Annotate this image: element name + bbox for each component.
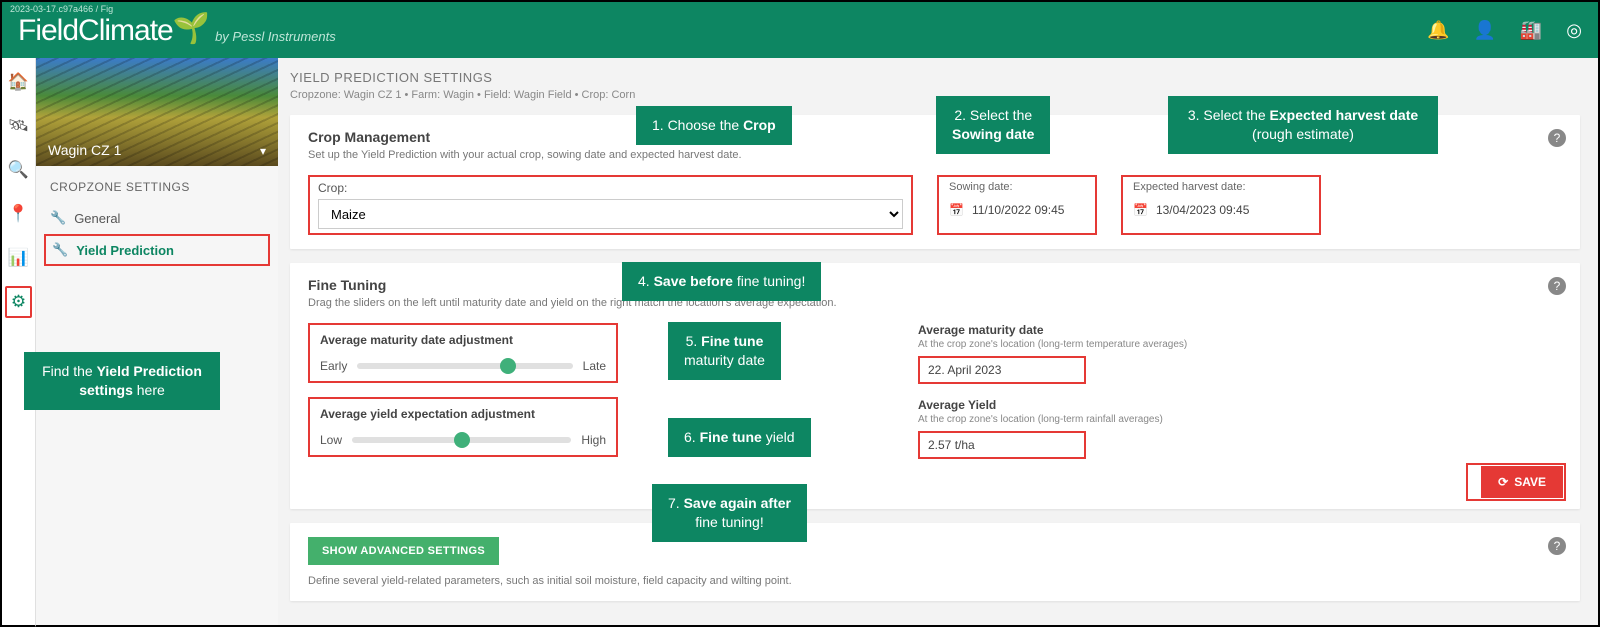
page-title: YIELD PREDICTION SETTINGS — [290, 70, 1580, 85]
cropzone-name: Wagin CZ 1 — [48, 142, 121, 158]
sidebar-item-label: General — [74, 211, 120, 226]
slider-max-label: High — [581, 433, 606, 447]
slider-min-label: Early — [320, 359, 347, 373]
sidebar-item-general[interactable]: 🔧 General — [36, 202, 278, 234]
sidebar-item-label: Yield Prediction — [76, 243, 174, 258]
callout-step-5: 5. Fine tune maturity date — [668, 322, 781, 380]
user-icon[interactable]: 👤 — [1473, 20, 1495, 41]
yield-result-group: Average Yield At the crop zone's locatio… — [918, 398, 1187, 459]
harvest-date-label: Expected harvest date: — [1133, 181, 1309, 193]
calendar-icon: 📅 — [949, 203, 964, 217]
yield-slider-group: Average yield expectation adjustment Low… — [308, 397, 618, 457]
home-icon[interactable]: 🏠 — [8, 66, 29, 98]
build-tag: 2023-03-17.c97a466 / Fig — [10, 4, 113, 14]
broadcast-icon[interactable]: ◎ — [1566, 20, 1582, 41]
advanced-subtext: Define several yield-related parameters,… — [308, 575, 1562, 587]
crop-select[interactable]: Maize — [318, 199, 903, 229]
leaf-icon: 🌱 — [173, 11, 209, 46]
chart-icon[interactable]: 📊 — [8, 242, 29, 274]
maturity-date-value: 22. April 2023 — [918, 356, 1086, 384]
crop-field-group: Crop: Maize — [308, 175, 913, 235]
logo-subtitle: by Pessl Instruments — [215, 29, 336, 44]
help-icon[interactable]: ? — [1548, 537, 1566, 555]
slider-thumb[interactable] — [500, 358, 516, 374]
sidebar: Wagin CZ 1 ▾ CROPZONE SETTINGS 🔧 General… — [36, 58, 278, 627]
sidebar-item-yield-prediction[interactable]: 🔧 Yield Prediction — [44, 234, 270, 266]
sidebar-section-title: CROPZONE SETTINGS — [36, 166, 278, 202]
help-icon[interactable]: ? — [1548, 129, 1566, 147]
refresh-icon: ⟳ — [1498, 475, 1508, 489]
result-title: Average Yield — [918, 398, 1187, 412]
gear-icon[interactable]: ⚙ — [5, 286, 32, 318]
slider-label: Average maturity date adjustment — [320, 333, 606, 347]
sowing-date-group: Sowing date: 📅 11/10/2022 09:45 — [937, 175, 1097, 235]
app-header: 2023-03-17.c97a466 / Fig FieldClimate🌱 b… — [0, 0, 1600, 58]
maturity-result-group: Average maturity date At the crop zone's… — [918, 323, 1187, 384]
sowing-date-input[interactable]: 📅 11/10/2022 09:45 — [949, 203, 1085, 217]
app-logo: FieldClimate🌱 — [18, 13, 209, 48]
help-icon[interactable]: ? — [1548, 277, 1566, 295]
chevron-down-icon[interactable]: ▾ — [260, 144, 266, 158]
zoom-icon[interactable]: 🔍 — [8, 154, 29, 186]
slider-thumb[interactable] — [454, 432, 470, 448]
section-heading: Fine Tuning — [308, 277, 1562, 293]
pin-icon[interactable]: 📍 — [8, 198, 29, 230]
callout-step-1: 1. Choose the Crop — [636, 106, 792, 145]
callout-step-3: 3. Select the Expected harvest date (rou… — [1168, 96, 1438, 154]
section-subtext: Drag the sliders on the left until matur… — [308, 297, 1562, 309]
fine-tuning-card: Fine Tuning Drag the sliders on the left… — [290, 263, 1580, 509]
result-title: Average maturity date — [918, 323, 1187, 337]
header-actions: 🔔 👤 🏭 ◎ — [1427, 20, 1582, 41]
nav-rail: 🏠 🛰 🔍 📍 📊 ⚙ — [0, 58, 36, 627]
show-advanced-button[interactable]: SHOW ADVANCED SETTINGS — [308, 537, 499, 565]
slider-label: Average yield expectation adjustment — [320, 407, 606, 421]
calendar-icon: 📅 — [1133, 203, 1148, 217]
wrench-icon: 🔧 — [50, 210, 66, 226]
maturity-slider[interactable] — [357, 363, 572, 369]
yield-slider[interactable] — [352, 437, 571, 443]
sowing-date-label: Sowing date: — [949, 181, 1085, 193]
callout-step-7: 7. Save again after fine tuning! — [652, 484, 807, 542]
callout-step-6: 6. Fine tune yield — [668, 418, 811, 457]
harvest-date-group: Expected harvest date: 📅 13/04/2023 09:4… — [1121, 175, 1321, 235]
callout-find-settings: Find the Yield Prediction settings here — [24, 352, 220, 410]
maturity-slider-group: Average maturity date adjustment Early L… — [308, 323, 618, 383]
crop-label: Crop: — [318, 181, 903, 195]
save-button[interactable]: ⟳ SAVE — [1482, 467, 1562, 497]
callout-step-4: 4. Save before fine tuning! — [622, 262, 821, 301]
bell-icon[interactable]: 🔔 — [1427, 20, 1449, 41]
slider-max-label: Late — [583, 359, 606, 373]
callout-step-2: 2. Select the Sowing date — [936, 96, 1050, 154]
result-subtext: At the crop zone's location (long-term t… — [918, 339, 1187, 350]
farm-icon[interactable]: 🏭 — [1520, 20, 1542, 41]
harvest-date-input[interactable]: 📅 13/04/2023 09:45 — [1133, 203, 1309, 217]
advanced-settings-card: ? SHOW ADVANCED SETTINGS Define several … — [290, 523, 1580, 601]
result-subtext: At the crop zone's location (long-term r… — [918, 414, 1187, 425]
satellite-icon[interactable]: 🛰 — [8, 110, 30, 142]
yield-value: 2.57 t/ha — [918, 431, 1086, 459]
wrench-icon: 🔧 — [52, 242, 68, 258]
cropzone-image[interactable]: Wagin CZ 1 ▾ — [36, 58, 278, 166]
slider-min-label: Low — [320, 433, 342, 447]
